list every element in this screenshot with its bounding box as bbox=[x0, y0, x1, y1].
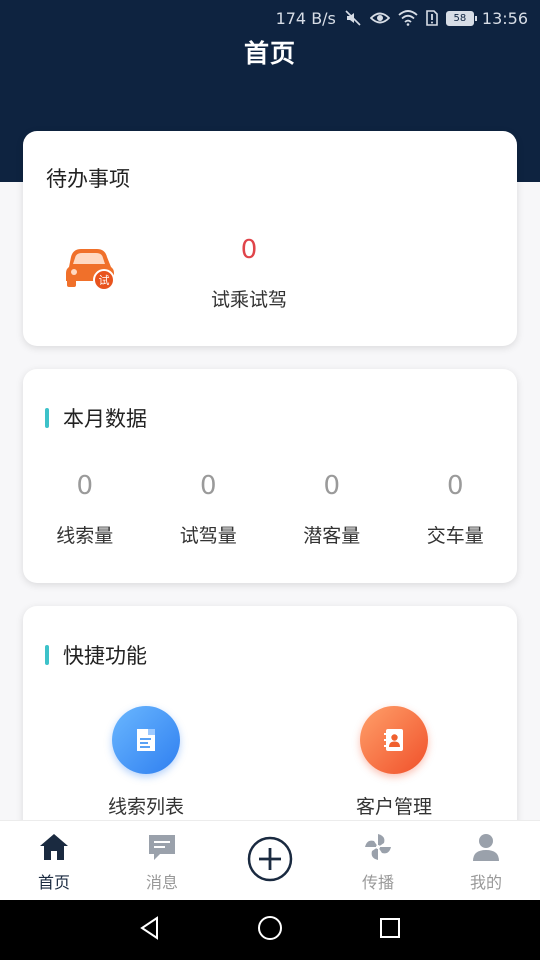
back-icon[interactable] bbox=[137, 915, 163, 945]
todo-count[interactable]: 0 bbox=[23, 235, 475, 265]
bottom-tab-bar: 首页 消息 传播 我的 bbox=[0, 820, 540, 900]
quick-item-label: 线索列表 bbox=[107, 796, 184, 818]
stat-value: 0 bbox=[323, 471, 341, 501]
quick-functions-card: 快捷功能 线索列表 客户管理 bbox=[23, 606, 517, 846]
tab-label: 传播 bbox=[361, 873, 394, 892]
month-data-card: 本月数据 0 线索量 0 试驾量 0 潜客量 0 交车量 bbox=[23, 369, 517, 583]
quick-section-title: 快捷功能 bbox=[45, 640, 147, 670]
stat-label: 试驾量 bbox=[179, 525, 237, 547]
quick-item-label: 客户管理 bbox=[355, 796, 432, 818]
home-icon bbox=[36, 829, 72, 865]
add-circle-icon[interactable] bbox=[246, 835, 294, 887]
tab-label: 我的 bbox=[469, 873, 502, 892]
section-accent-bar bbox=[45, 408, 49, 428]
todo-card: 待办事项 试 0 试乘试驾 bbox=[23, 131, 517, 346]
quick-title: 快捷功能 bbox=[63, 644, 147, 668]
stat-value: 0 bbox=[446, 471, 464, 501]
tab-mine[interactable]: 我的 bbox=[432, 821, 540, 900]
stat-deliveries[interactable]: 0 交车量 bbox=[394, 471, 518, 548]
stat-label: 交车量 bbox=[426, 525, 484, 547]
month-stats: 0 线索量 0 试驾量 0 潜客量 0 交车量 bbox=[23, 471, 517, 548]
stat-value: 0 bbox=[76, 471, 94, 501]
tab-messages[interactable]: 消息 bbox=[108, 821, 216, 900]
month-title: 本月数据 bbox=[63, 407, 147, 431]
home-circle-icon[interactable] bbox=[256, 914, 284, 946]
customer-contacts-icon[interactable] bbox=[360, 706, 428, 774]
stat-value: 0 bbox=[199, 471, 217, 501]
page-title: 首页 bbox=[243, 39, 296, 68]
sim-alert-icon bbox=[426, 10, 438, 26]
tab-add[interactable] bbox=[216, 821, 324, 900]
system-navigation-bar bbox=[0, 900, 540, 960]
quick-item-customer-management[interactable]: 客户管理 bbox=[314, 706, 474, 819]
status-bar: 174 B/s 58 13:56 bbox=[0, 0, 540, 36]
battery-level: 58 bbox=[453, 12, 467, 24]
tab-label: 首页 bbox=[37, 873, 70, 892]
stat-test-drives[interactable]: 0 试驾量 bbox=[147, 471, 271, 548]
stat-label: 潜客量 bbox=[303, 525, 361, 547]
message-icon bbox=[144, 829, 180, 865]
stat-leads[interactable]: 0 线索量 bbox=[23, 471, 147, 548]
section-accent-bar bbox=[45, 645, 49, 665]
user-icon bbox=[468, 829, 504, 865]
battery-icon: 58 bbox=[445, 10, 477, 26]
tab-home[interactable]: 首页 bbox=[0, 821, 108, 900]
tab-label: 消息 bbox=[145, 873, 178, 892]
clock: 13:56 bbox=[481, 8, 528, 28]
pinwheel-icon bbox=[360, 829, 396, 865]
wifi-icon bbox=[398, 10, 418, 26]
lead-list-icon[interactable] bbox=[112, 706, 180, 774]
mute-icon bbox=[344, 9, 362, 27]
stat-label: 线索量 bbox=[56, 525, 114, 547]
eye-icon bbox=[369, 10, 390, 26]
recents-icon[interactable] bbox=[377, 915, 403, 945]
quick-item-lead-list[interactable]: 线索列表 bbox=[66, 706, 226, 819]
month-section-title: 本月数据 bbox=[45, 403, 147, 433]
net-speed: 174 B/s bbox=[275, 8, 336, 28]
stat-prospects[interactable]: 0 潜客量 bbox=[270, 471, 394, 548]
todo-label[interactable]: 试乘试驾 bbox=[23, 285, 475, 312]
tab-spread[interactable]: 传播 bbox=[324, 821, 432, 900]
todo-title: 待办事项 bbox=[46, 167, 130, 191]
